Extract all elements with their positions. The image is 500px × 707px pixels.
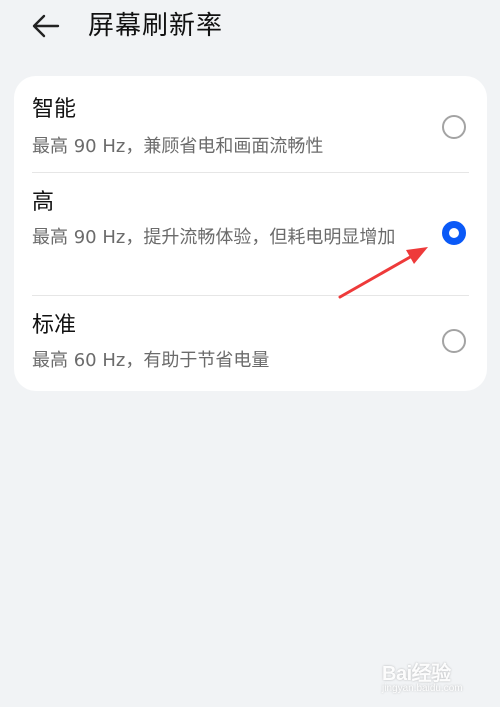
red-arrow-icon (338, 247, 428, 299)
watermark-url: jingyan.baidu.com (382, 683, 463, 694)
watermark-brand: Bai经验 (382, 663, 451, 685)
watermark-logo: Bai经验 jingyan.baidu.com (382, 655, 494, 701)
